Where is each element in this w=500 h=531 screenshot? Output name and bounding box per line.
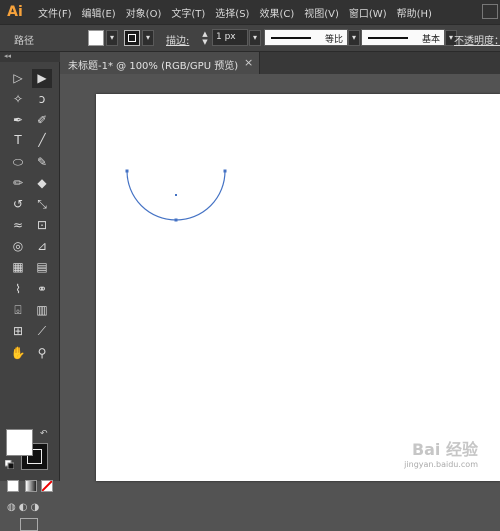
symbol-sprayer-tool-icon[interactable]: ⌻ xyxy=(8,301,28,320)
profile-line-icon xyxy=(271,37,311,39)
artboard-tool-icon[interactable]: ⊞ xyxy=(8,322,28,341)
menu-window[interactable]: 窗口(W) xyxy=(349,5,387,20)
stroke-color-swatch[interactable] xyxy=(124,30,140,46)
menu-select[interactable]: 选择(S) xyxy=(215,5,249,20)
pen-tool-icon[interactable]: ✒ xyxy=(8,111,28,130)
selection-type-label: 路径 xyxy=(14,36,34,47)
stroke-width-input[interactable]: 1 px xyxy=(212,29,248,46)
menu-type[interactable]: 文字(T) xyxy=(171,5,205,20)
curvature-tool-icon[interactable]: ✐ xyxy=(32,111,52,130)
document-tab-title: 未标题-1* @ 100% (RGB/GPU 预览) xyxy=(68,61,239,72)
menu-object[interactable]: 对象(O) xyxy=(126,5,162,20)
default-fill-stroke-icon[interactable] xyxy=(5,460,14,469)
type-tool-icon[interactable]: T xyxy=(8,131,28,150)
lasso-tool-icon[interactable]: ↄ xyxy=(32,90,52,109)
stroke-width-stepper-icon[interactable]: ▲ ▼ xyxy=(200,30,210,46)
menu-bar: Ai 文件(F) 编辑(E) 对象(O) 文字(T) 选择(S) 效果(C) 视… xyxy=(0,0,500,24)
variable-width-profile-select[interactable]: 等比 xyxy=(264,29,348,46)
anchor-point-right[interactable] xyxy=(223,169,227,173)
slice-tool-icon[interactable]: ⟋ xyxy=(32,322,52,341)
watermark-logo: Bai 经验 xyxy=(411,440,478,459)
width-tool-icon[interactable]: ≈ xyxy=(8,216,28,235)
artboard[interactable] xyxy=(96,94,500,481)
paintbrush-tool-icon[interactable]: ✎ xyxy=(32,153,52,172)
free-transform-tool-icon[interactable]: ⊡ xyxy=(32,216,52,235)
mesh-tool-icon[interactable]: ▦ xyxy=(8,258,28,277)
gradient-mode-button[interactable] xyxy=(25,480,37,492)
draw-modes-icon[interactable]: ◍◐◑ xyxy=(7,502,42,513)
document-tab-bar: 未标题-1* @ 100% (RGB/GPU 预览) × xyxy=(60,52,500,74)
shaper-tool-icon[interactable]: ✏ xyxy=(8,174,28,193)
perspective-grid-tool-icon[interactable]: ⊿ xyxy=(32,237,52,256)
hand-tool-icon[interactable]: ✋ xyxy=(8,344,28,363)
eraser-tool-icon[interactable]: ◆ xyxy=(32,174,52,193)
zoom-tool-icon[interactable]: ⚲ xyxy=(32,344,52,363)
scale-tool-icon[interactable]: ⤡ xyxy=(32,195,52,214)
app-logo: Ai xyxy=(7,4,23,20)
menu-effect[interactable]: 效果(C) xyxy=(259,5,294,20)
center-point xyxy=(175,194,177,196)
gradient-tool-icon[interactable]: ▤ xyxy=(32,258,52,277)
profile-label: 等比 xyxy=(324,35,343,45)
ellipse-tool-icon[interactable]: ⬭ xyxy=(8,153,28,172)
menu-edit[interactable]: 编辑(E) xyxy=(82,5,116,20)
selection-tool-icon[interactable]: ▷ xyxy=(8,69,28,88)
watermark-url: jingyan.baidu.com xyxy=(404,460,478,469)
brush-line-icon xyxy=(368,37,408,39)
blend-tool-icon[interactable]: ⚭ xyxy=(32,280,52,299)
watermark: Bai 经验 jingyan.baidu.com xyxy=(404,436,478,469)
none-mode-button[interactable] xyxy=(41,480,53,492)
magic-wand-tool-icon[interactable]: ✧ xyxy=(8,90,28,109)
fill-dropdown-icon[interactable]: ▾ xyxy=(106,30,118,46)
stroke-width-dropdown-icon[interactable]: ▾ xyxy=(249,30,261,46)
fill-color-swatch[interactable] xyxy=(88,30,104,46)
stroke-dropdown-icon[interactable]: ▾ xyxy=(142,30,154,46)
direct-selection-tool-icon[interactable]: ▶ xyxy=(32,69,52,88)
control-bar: 路径 ▾ ▾ 描边: ▲ ▼ 1 px ▾ 等比 ▾ 基本 ▾ 不透明度： xyxy=(0,24,500,52)
color-mode-button[interactable] xyxy=(7,480,19,492)
swap-fill-stroke-icon[interactable]: ↶ xyxy=(40,429,48,439)
anchor-point-left[interactable] xyxy=(125,169,129,173)
column-graph-tool-icon[interactable]: ▥ xyxy=(32,301,52,320)
canvas-area[interactable]: Bai 经验 jingyan.baidu.com xyxy=(60,74,500,481)
close-icon[interactable]: × xyxy=(244,56,253,69)
anchor-point-bottom[interactable] xyxy=(174,218,178,222)
screen-mode-icon[interactable] xyxy=(20,518,38,531)
toolbar-fill-swatch[interactable] xyxy=(6,429,33,456)
brush-label: 基本 xyxy=(421,35,440,45)
menu-view[interactable]: 视图(V) xyxy=(304,5,339,20)
menu-help[interactable]: 帮助(H) xyxy=(397,5,432,20)
eyedropper-tool-icon[interactable]: ⌇ xyxy=(8,280,28,299)
document-tab[interactable]: 未标题-1* @ 100% (RGB/GPU 预览) × xyxy=(60,52,260,74)
brush-definition-select[interactable]: 基本 xyxy=(361,29,445,46)
shape-builder-tool-icon[interactable]: ◎ xyxy=(8,237,28,256)
line-segment-tool-icon[interactable]: ╱ xyxy=(32,131,52,150)
stroke-label[interactable]: 描边: xyxy=(166,32,189,47)
semicircle-path[interactable] xyxy=(96,94,500,481)
panel-collapse-icon[interactable]: ◂◂ xyxy=(0,52,60,62)
opacity-label[interactable]: 不透明度： xyxy=(454,32,500,47)
workspace-switcher-icon[interactable] xyxy=(482,4,498,19)
tools-panel: ◂◂ ▷ ▶ ✧ ↄ ✒ ✐ T ╱ ⬭ ✎ ✏ ◆ ↺ ⤡ ≈ ⊡ ◎ ⊿ ▦ ▤ ⌇ ⚭ ⌻ ▥ ⊞ ⟋ ✋ ⚲ ↶ ◍◐◑ xyxy=(0,52,60,531)
rotate-tool-icon[interactable]: ↺ xyxy=(8,195,28,214)
menu-file[interactable]: 文件(F) xyxy=(38,5,72,20)
profile-dropdown-icon[interactable]: ▾ xyxy=(348,30,360,46)
